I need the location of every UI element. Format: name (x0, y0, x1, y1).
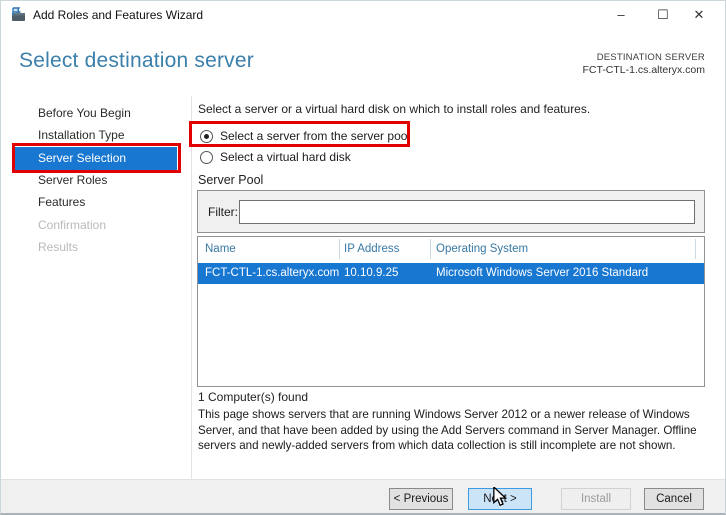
radio-label: Select a virtual hard disk (220, 150, 351, 164)
cell-operating-system: Microsoft Windows Server 2016 Standard (436, 267, 649, 279)
previous-button[interactable]: < Previous (389, 488, 453, 510)
column-separator (339, 239, 340, 259)
intro-text: Select a server or a virtual hard disk o… (198, 102, 591, 116)
install-button[interactable]: Install (561, 488, 631, 510)
window-title: Add Roles and Features Wizard (33, 8, 204, 22)
radio-select-server-pool[interactable]: Select a server from the server pool (200, 129, 410, 143)
title-bar: Add Roles and Features Wizard – ☐ ✕ (1, 1, 725, 29)
sidebar-item-server-roles[interactable]: Server Roles (38, 169, 107, 191)
page-title: Select destination server (19, 49, 254, 72)
sidebar-separator (191, 96, 192, 479)
radio-label: Select a server from the server pool (220, 129, 411, 143)
sidebar-item-features[interactable]: Features (38, 191, 85, 213)
sidebar-item-results: Results (38, 240, 79, 254)
column-header-operating-system[interactable]: Operating System (436, 237, 528, 261)
cell-ip-address: 10.10.9.25 (344, 267, 399, 279)
next-button[interactable]: Next > (468, 488, 532, 510)
server-pool-section-label: Server Pool (198, 173, 264, 187)
add-roles-features-wizard-window: Add Roles and Features Wizard – ☐ ✕ Sele… (0, 0, 726, 515)
column-separator (430, 239, 431, 259)
column-header-name[interactable]: Name (205, 237, 236, 261)
sidebar-item-installation-type[interactable]: Installation Type (38, 124, 125, 146)
close-button[interactable]: ✕ (679, 1, 719, 29)
sidebar-item-server-selection[interactable]: Server Selection (38, 147, 126, 169)
footer-bar: < Previous Next > Install Cancel (1, 479, 725, 513)
destination-server-value: FCT-CTL-1.cs.alteryx.com (582, 64, 705, 76)
radio-button-icon[interactable] (200, 150, 213, 164)
column-header-ip-address[interactable]: IP Address (344, 237, 399, 261)
radio-button-icon[interactable] (200, 129, 213, 143)
sidebar-item-before-you-begin[interactable]: Before You Begin (38, 102, 131, 124)
sidebar-item-confirmation: Confirmation (38, 218, 107, 232)
cancel-button[interactable]: Cancel (644, 488, 704, 510)
page-description: This page shows servers that are running… (198, 408, 697, 453)
column-separator (695, 239, 696, 259)
table-row-server[interactable]: FCT-CTL-1.cs.alteryx.com 10.10.9.25 Micr… (198, 263, 704, 284)
destination-server-label: DESTINATION SERVER (596, 52, 705, 63)
computers-found-count: 1 Computer(s) found (198, 390, 309, 404)
filter-box: Filter: (197, 190, 705, 233)
server-manager-icon (11, 7, 27, 23)
radio-select-virtual-hard-disk[interactable]: Select a virtual hard disk (200, 150, 351, 164)
filter-label: Filter: (208, 205, 238, 219)
maximize-button[interactable]: ☐ (643, 1, 683, 29)
server-pool-table: Name IP Address Operating System FCT-CTL… (197, 236, 705, 387)
cell-server-name: FCT-CTL-1.cs.alteryx.com (205, 267, 340, 279)
minimize-button[interactable]: – (601, 1, 641, 29)
filter-input[interactable] (239, 200, 695, 224)
